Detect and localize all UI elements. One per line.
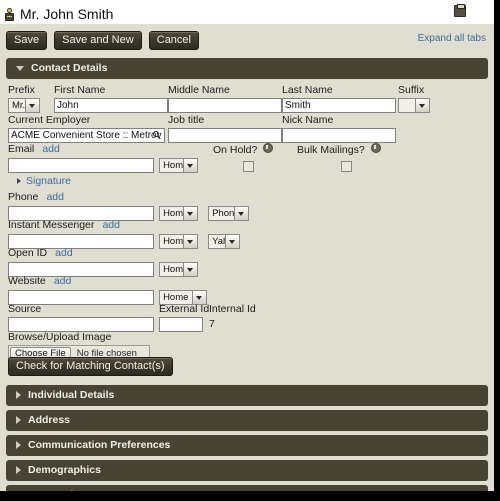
prefix-select[interactable]: Mr. bbox=[8, 98, 40, 113]
chevron-down-icon bbox=[25, 99, 39, 112]
accordion-address[interactable]: Address bbox=[6, 410, 488, 431]
website-add-link[interactable]: add bbox=[54, 275, 72, 287]
internal-id-value: 7 bbox=[209, 318, 215, 330]
signature-link[interactable]: Signature bbox=[26, 175, 71, 187]
email-location-value: Home bbox=[163, 160, 184, 171]
job-title-label: Job title bbox=[168, 114, 205, 126]
email-input[interactable] bbox=[8, 158, 154, 173]
phone-label: Phone bbox=[8, 191, 39, 203]
last-name-label: Last Name bbox=[282, 84, 333, 96]
email-label: Email bbox=[8, 143, 35, 155]
chevron-right-icon bbox=[16, 491, 21, 499]
website-label: Website bbox=[8, 275, 46, 287]
prefix-value: Mr. bbox=[12, 100, 25, 111]
source-label: Source bbox=[8, 303, 42, 315]
contact-card-icon bbox=[4, 7, 15, 21]
prefix-label: Prefix bbox=[8, 84, 35, 96]
accordion-label: Individual Details bbox=[28, 389, 115, 401]
chevron-right-icon bbox=[16, 466, 21, 474]
job-title-input[interactable] bbox=[168, 128, 282, 143]
main-panel: Save Save and New Cancel Expand all tabs… bbox=[0, 24, 494, 501]
accordion-individual-details[interactable]: Individual Details bbox=[6, 385, 488, 406]
help-icon[interactable] bbox=[263, 143, 274, 153]
page-root: Mr. John Smith Save Save and New Cancel … bbox=[0, 0, 500, 501]
source-input[interactable] bbox=[8, 317, 154, 332]
phone-add-link[interactable]: add bbox=[46, 191, 64, 203]
accordion-contact-details[interactable]: Contact Details bbox=[6, 58, 488, 79]
signature-toggle[interactable]: Signature bbox=[6, 174, 488, 188]
open-id-add-link[interactable]: add bbox=[55, 247, 73, 259]
cancel-button[interactable]: Cancel bbox=[148, 31, 199, 50]
accordion-tags-and-groups[interactable]: Tags and Groups bbox=[6, 485, 488, 501]
page-title: Mr. John Smith bbox=[20, 6, 114, 22]
middle-name-label: Middle Name bbox=[168, 84, 230, 96]
internal-id-label: Internal Id bbox=[209, 303, 256, 315]
save-and-new-button[interactable]: Save and New bbox=[54, 31, 142, 50]
instant-messenger-label: Instant Messenger bbox=[8, 219, 95, 231]
help-icon[interactable] bbox=[370, 143, 381, 153]
first-name-input[interactable] bbox=[54, 98, 168, 113]
on-hold-label: On Hold? bbox=[213, 144, 258, 156]
instant-messenger-add-link[interactable]: add bbox=[102, 219, 120, 231]
external-id-label: External Id bbox=[159, 303, 210, 315]
contact-details-form: Prefix Mr. First Name Middle Name Last N… bbox=[0, 79, 494, 381]
external-id-input[interactable] bbox=[159, 317, 203, 332]
middle-name-input[interactable] bbox=[168, 98, 282, 113]
current-employer-label: Current Employer bbox=[8, 114, 91, 126]
accordion-communication-preferences[interactable]: Communication Preferences bbox=[6, 435, 488, 456]
suffix-label: Suffix bbox=[398, 84, 425, 96]
save-button[interactable]: Save bbox=[6, 31, 48, 50]
accordion-label: Address bbox=[28, 414, 71, 426]
suffix-select[interactable] bbox=[398, 98, 430, 113]
chevron-down-icon bbox=[16, 65, 24, 71]
open-id-label: Open ID bbox=[8, 247, 48, 259]
first-name-label: First Name bbox=[54, 84, 106, 96]
save-disk-icon[interactable] bbox=[454, 4, 466, 17]
accordion-demographics[interactable]: Demographics bbox=[6, 460, 488, 481]
chevron-down-icon bbox=[415, 99, 429, 112]
nick-name-input[interactable] bbox=[282, 128, 396, 143]
accordion-label: Communication Preferences bbox=[28, 439, 171, 451]
accordion-label: Contact Details bbox=[31, 62, 108, 74]
chevron-right-icon bbox=[16, 441, 21, 449]
check-matching-contacts-button[interactable]: Check for Matching Contact(s) bbox=[8, 357, 173, 376]
on-hold-checkbox[interactable] bbox=[243, 161, 254, 172]
accordion-label: Demographics bbox=[28, 464, 101, 476]
chevron-right-icon bbox=[17, 178, 21, 184]
accordion-label: Tags and Groups bbox=[28, 489, 114, 501]
upload-image-label: Browse/Upload Image bbox=[8, 331, 112, 343]
chevron-right-icon bbox=[16, 416, 21, 424]
email-add-link[interactable]: add bbox=[42, 143, 60, 155]
bulk-mailings-label: Bulk Mailings? bbox=[297, 144, 365, 156]
bulk-mailings-checkbox[interactable] bbox=[341, 161, 352, 172]
top-toolbar: Save Save and New Cancel Expand all tabs bbox=[0, 24, 494, 58]
chevron-right-icon bbox=[16, 391, 21, 399]
titlebar: Mr. John Smith bbox=[0, 0, 494, 24]
expand-all-tabs-link[interactable]: Expand all tabs bbox=[418, 33, 486, 44]
email-location-select[interactable]: Home bbox=[159, 158, 199, 173]
last-name-input[interactable] bbox=[282, 98, 396, 113]
chevron-down-icon bbox=[183, 159, 198, 172]
nick-name-label: Nick Name bbox=[282, 114, 334, 126]
current-employer-input[interactable] bbox=[8, 128, 165, 143]
